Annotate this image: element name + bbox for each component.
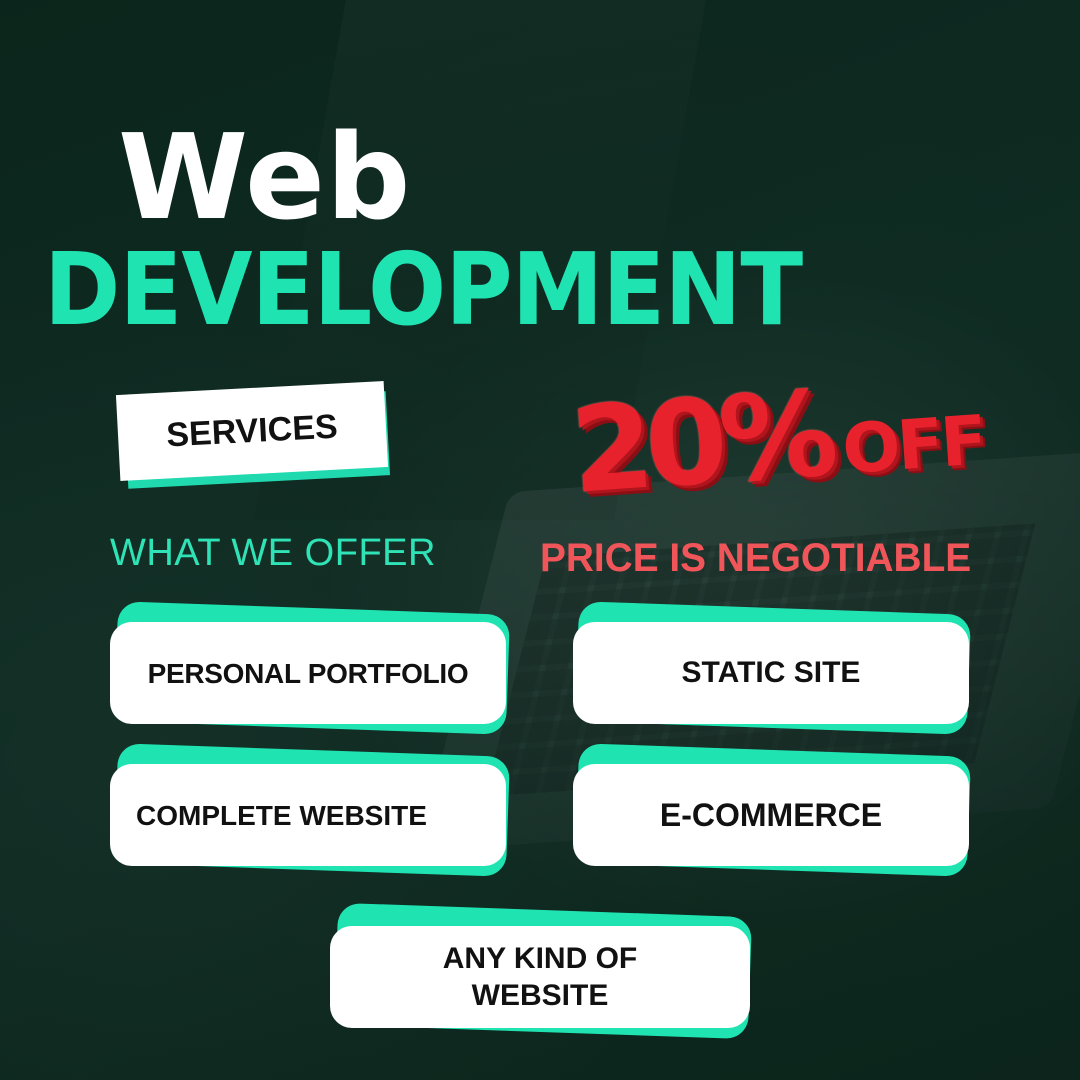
service-card-any-kind-of-website: ANY KIND OF WEBSITE <box>330 902 753 1040</box>
services-tag-label: SERVICES <box>165 407 339 454</box>
headline-development: DEVELOPMENT <box>44 231 803 348</box>
card-label: COMPLETE WEBSITE <box>110 764 506 866</box>
service-card-static-site: STATIC SITE <box>573 601 971 735</box>
card-label: ANY KIND OF WEBSITE <box>330 926 750 1028</box>
services-tag: SERVICES <box>115 381 391 489</box>
card-label: E-COMMERCE <box>573 764 969 866</box>
card-label: PERSONAL PORTFOLIO <box>110 622 506 724</box>
discount-suffix: OFF <box>839 401 987 491</box>
headline-web: Web <box>118 108 412 246</box>
discount-amount: 20% <box>566 364 835 520</box>
price-negotiable-note: PRICE IS NEGOTIABLE <box>540 536 972 580</box>
what-we-offer-label: WHAT WE OFFER <box>110 532 436 574</box>
service-card-complete-website: COMPLETE WEBSITE <box>110 743 510 877</box>
services-tag-box: SERVICES <box>115 381 389 481</box>
service-card-e-commerce: E-COMMERCE <box>573 743 971 877</box>
card-label: STATIC SITE <box>573 622 969 724</box>
service-card-personal-portfolio: PERSONAL PORTFOLIO <box>110 601 510 735</box>
